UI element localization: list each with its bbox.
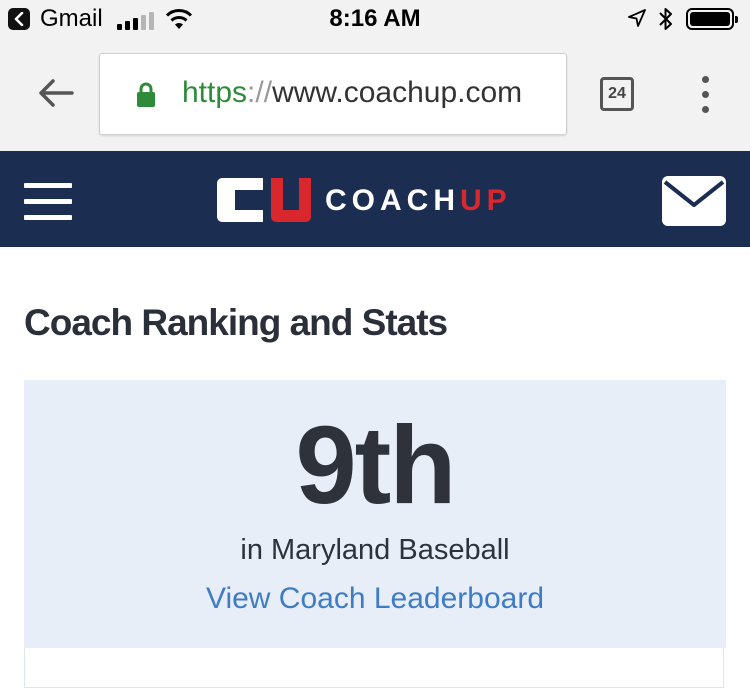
coachup-logo-mark bbox=[217, 178, 311, 222]
url-scheme: https bbox=[182, 76, 248, 109]
rank-value: 9th bbox=[295, 404, 457, 527]
url-fade bbox=[526, 54, 566, 134]
brand-name-coach: COACH bbox=[325, 184, 460, 217]
ranking-card: 9th in Maryland Baseball View Coach Lead… bbox=[24, 380, 726, 648]
site-header: COACH UP bbox=[0, 151, 750, 247]
url-text: https://www.coachup.com bbox=[182, 76, 522, 110]
brand-name-up: UP bbox=[460, 184, 512, 217]
location-icon bbox=[628, 9, 646, 27]
address-bar[interactable]: https://www.coachup.com bbox=[99, 53, 567, 135]
mail-icon[interactable] bbox=[662, 176, 726, 226]
status-bar: Gmail 8:16 AM bbox=[0, 0, 750, 40]
stats-card bbox=[24, 648, 724, 688]
page-title: Coach Ranking and Stats bbox=[24, 302, 448, 343]
hamburger-menu-icon[interactable] bbox=[24, 181, 72, 221]
more-menu-icon[interactable] bbox=[702, 76, 710, 114]
url-host: www.coachup.com bbox=[272, 76, 523, 109]
tab-switcher-button[interactable]: 24 bbox=[600, 77, 634, 111]
view-leaderboard-link[interactable]: View Coach Leaderboard bbox=[24, 582, 726, 616]
browser-toolbar: https://www.coachup.com 24 bbox=[0, 40, 750, 151]
bluetooth-icon bbox=[659, 8, 672, 30]
battery-icon bbox=[686, 8, 738, 30]
rank-context: in Maryland Baseball bbox=[240, 534, 510, 566]
back-arrow-icon[interactable] bbox=[38, 78, 74, 108]
lock-icon bbox=[137, 82, 155, 107]
url-separator: :// bbox=[247, 76, 273, 109]
